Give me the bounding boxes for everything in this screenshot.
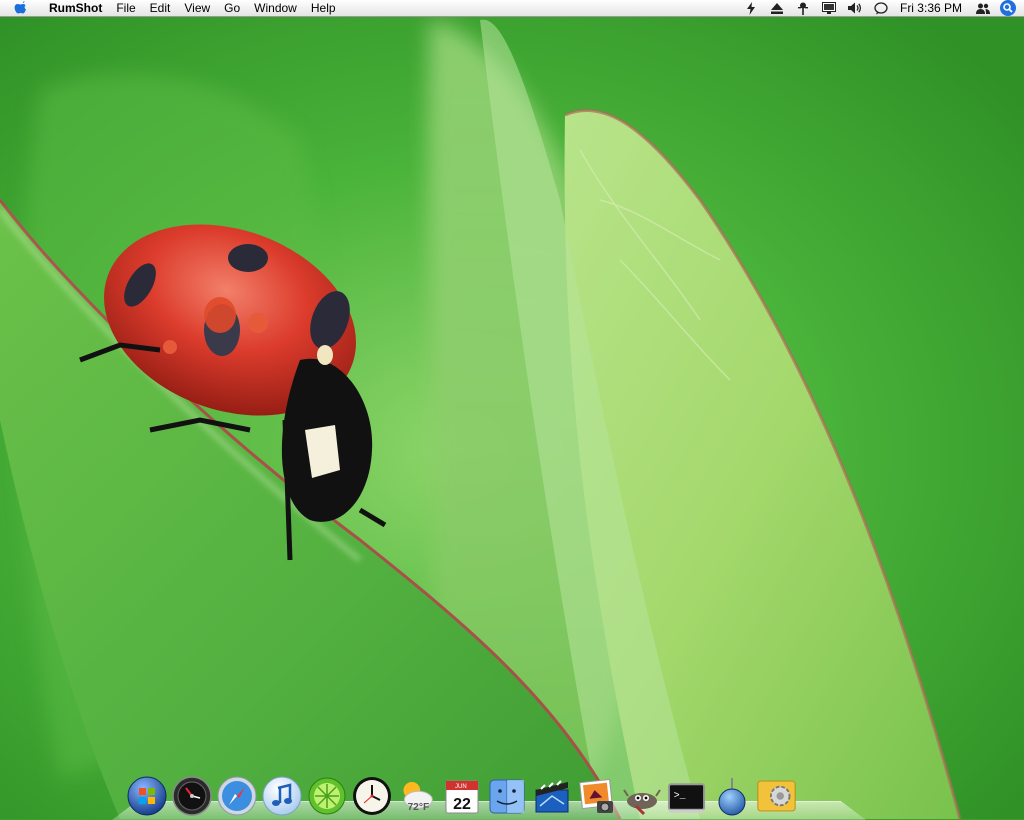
itunes-icon[interactable]	[261, 774, 302, 818]
menu-extras: Fri 3:36 PM	[738, 0, 1024, 17]
menu-go[interactable]: Go	[217, 0, 247, 17]
limewire-icon[interactable]	[306, 774, 347, 818]
terminal-icon[interactable]: >_	[666, 774, 707, 818]
menubar-clock[interactable]: Fri 3:36 PM	[894, 1, 970, 15]
imovie-icon[interactable]	[531, 774, 572, 818]
clock-icon[interactable]	[351, 774, 392, 818]
weather-temp: 72°F	[407, 802, 429, 813]
apple-menu-icon[interactable]	[14, 1, 28, 15]
windows-start-icon[interactable]	[126, 774, 167, 818]
iphoto-icon[interactable]	[576, 774, 617, 818]
dock: 72°F JUN 22 >_	[126, 770, 797, 818]
menu-bar: RumShot File Edit View Go Window Help Fr…	[0, 0, 1024, 17]
weather-icon[interactable]: 72°F	[396, 774, 437, 818]
safari-icon[interactable]	[216, 774, 257, 818]
menu-window[interactable]: Window	[247, 0, 304, 17]
bolt-icon[interactable]	[744, 1, 758, 15]
ical-month: JUN	[455, 784, 467, 790]
finder-icon[interactable]	[486, 774, 527, 818]
volume-icon[interactable]	[847, 1, 862, 15]
menu-view[interactable]: View	[177, 0, 217, 17]
ical-day: 22	[453, 796, 471, 813]
chat-icon[interactable]	[874, 1, 888, 15]
eject-icon[interactable]	[770, 1, 784, 15]
menu-help[interactable]: Help	[304, 0, 343, 17]
network-icon[interactable]	[796, 1, 810, 15]
dashboard-icon[interactable]	[171, 774, 212, 818]
menu-app-name[interactable]: RumShot	[42, 0, 109, 17]
desktop-wallpaper	[0, 0, 1024, 819]
menu-edit[interactable]: Edit	[143, 0, 178, 17]
display-icon[interactable]	[821, 1, 836, 15]
ical-icon[interactable]: JUN 22	[441, 774, 482, 818]
network-globe-icon[interactable]	[711, 774, 752, 818]
system-preferences-icon[interactable]	[756, 774, 797, 818]
terminal-prompt: >_	[674, 790, 686, 801]
spotlight-icon[interactable]	[1000, 0, 1016, 16]
users-icon[interactable]	[976, 1, 990, 15]
gimp-icon[interactable]	[621, 774, 662, 818]
menu-file[interactable]: File	[109, 0, 142, 17]
